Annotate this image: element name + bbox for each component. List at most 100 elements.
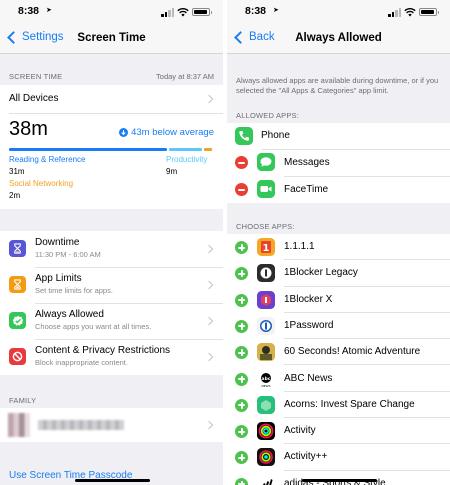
always-allowed-subtitle: Choose apps you want at all times. — [35, 322, 152, 331]
usage-bar-productivity — [169, 148, 203, 151]
wifi-icon — [404, 8, 416, 17]
battery-icon — [419, 8, 439, 16]
below-average-text: 43m below average — [131, 127, 214, 138]
choose-app-row[interactable]: 60 Seconds! Atomic Adventure — [227, 339, 450, 366]
location-arrow-icon: ➤ — [273, 7, 279, 14]
checkmark-badge-glyph — [12, 315, 23, 326]
divider — [9, 113, 223, 114]
all-devices-row[interactable]: All Devices — [0, 85, 223, 113]
app-limits-row[interactable]: App Limits Set time limits for apps. — [0, 267, 223, 303]
app-name: Phone — [261, 130, 290, 141]
activity-plus-icon — [257, 448, 275, 467]
moon-hourglass-glyph — [14, 243, 21, 254]
status-bar: 8:38 ➤ — [0, 0, 223, 22]
signal-bar — [395, 10, 398, 17]
add-button[interactable] — [235, 241, 248, 254]
checkmark-badge-icon — [9, 312, 26, 329]
add-button[interactable] — [235, 425, 248, 439]
svg-text:abc: abc — [262, 376, 271, 382]
messages-glyph — [260, 157, 272, 167]
allowed-app-row[interactable]: FaceTime — [227, 176, 450, 203]
add-button[interactable] — [235, 319, 248, 333]
app-name: Messages — [284, 157, 330, 168]
choose-app-row[interactable]: 1Blocker X — [227, 287, 450, 313]
adidas-icon — [257, 474, 275, 485]
chevron-right-icon — [204, 420, 214, 430]
choose-app-row[interactable]: Activity++ — [227, 444, 450, 471]
phone-glyph — [239, 131, 249, 141]
app-limits-title: App Limits — [35, 273, 82, 284]
app-name: Activity++ — [284, 451, 328, 463]
category-name: Productivity — [166, 155, 208, 164]
signal-icon — [388, 14, 391, 17]
chevron-right-icon — [204, 352, 214, 362]
add-button[interactable] — [235, 372, 248, 386]
moon-hourglass-icon — [9, 240, 26, 257]
acorns-icon — [257, 395, 275, 414]
add-button[interactable] — [235, 267, 248, 281]
choose-app-row[interactable]: 1 1.1.1.1 — [227, 234, 450, 261]
screen-time-screen: 8:38 ➤ Settings Screen Time SCREEN TIME … — [0, 0, 223, 485]
svg-text:NEWS: NEWS — [261, 384, 270, 388]
content-privacy-title: Content & Privacy Restrictions — [35, 345, 171, 356]
content-privacy-row[interactable]: Content & Privacy Restrictions Block ina… — [0, 339, 223, 375]
home-indicator — [302, 479, 377, 482]
status-icons — [388, 7, 440, 17]
choose-app-row[interactable]: 1Blocker Legacy — [227, 260, 450, 287]
choose-app-row[interactable]: Acorns: Invest Spare Change — [227, 392, 450, 419]
app-limits-subtitle: Set time limits for apps. — [35, 286, 113, 295]
chevron-right-icon — [204, 280, 214, 290]
downtime-row[interactable]: Downtime 11:30 PM - 6:00 AM — [0, 231, 223, 267]
allowed-app-row[interactable]: Phone — [227, 123, 450, 149]
chevron-right-icon — [204, 94, 214, 104]
usage-bar-social — [204, 148, 212, 151]
downtime-title: Downtime — [35, 237, 80, 248]
activity-rings-icon — [257, 422, 275, 441]
app-name: Activity — [284, 425, 316, 437]
app-name: FaceTime — [284, 184, 329, 195]
remove-button[interactable] — [235, 183, 248, 196]
category-value: 9m — [166, 167, 178, 176]
signal-bar — [391, 12, 394, 17]
section-header-screen-time: SCREEN TIME — [9, 72, 63, 81]
app-name: 1Blocker Legacy — [284, 267, 358, 279]
choose-app-row[interactable]: 1Password — [227, 313, 450, 340]
allowed-app-row[interactable]: Messages — [227, 149, 450, 176]
restriction-glyph — [12, 351, 23, 362]
family-member-row[interactable] — [0, 408, 223, 442]
add-button[interactable] — [235, 346, 248, 360]
app-name: 60 Seconds! Atomic Adventure — [284, 346, 421, 358]
category-name: Reading & Reference — [9, 155, 86, 164]
remove-button[interactable] — [235, 156, 248, 169]
add-button[interactable] — [235, 477, 248, 485]
add-button[interactable] — [235, 451, 248, 465]
always-allowed-title: Always Allowed — [35, 309, 104, 320]
facetime-glyph — [260, 186, 272, 192]
choose-app-row[interactable]: Activity — [227, 418, 450, 445]
signal-bar — [398, 8, 401, 17]
always-allowed-screen: 8:38 ➤ Back Always Allowed Always allowe… — [227, 0, 450, 485]
add-button[interactable] — [235, 398, 248, 412]
section-header-allowed: ALLOWED APPS: — [236, 111, 300, 120]
status-icons — [161, 7, 213, 17]
usage-bar-reading — [9, 148, 168, 151]
nav-bar: Settings Screen Time — [0, 22, 223, 54]
phone-icon — [235, 127, 253, 145]
always-allowed-row[interactable]: Always Allowed Choose apps you want at a… — [0, 303, 223, 339]
chevron-right-icon — [204, 316, 214, 326]
updated-timestamp: Today at 8:37 AM — [156, 72, 214, 81]
all-devices-label: All Devices — [9, 93, 59, 104]
category-value: 31m — [9, 167, 25, 176]
add-button[interactable] — [235, 293, 248, 307]
category-name: Social Networking — [9, 179, 74, 188]
1111-app-icon: 1 — [257, 238, 275, 256]
category-value: 2m — [9, 191, 21, 200]
hourglass-icon — [9, 276, 26, 293]
app-name: Acorns: Invest Spare Change — [284, 398, 415, 410]
app-name: ABC News — [284, 372, 333, 384]
choose-app-row[interactable]: adidas - Sports & Style — [227, 471, 450, 485]
signal-bar — [171, 8, 174, 17]
1blocker-legacy-icon — [257, 264, 275, 283]
choose-app-row[interactable]: abc NEWS ABC News — [227, 366, 450, 392]
total-usage: 38m — [9, 118, 48, 140]
